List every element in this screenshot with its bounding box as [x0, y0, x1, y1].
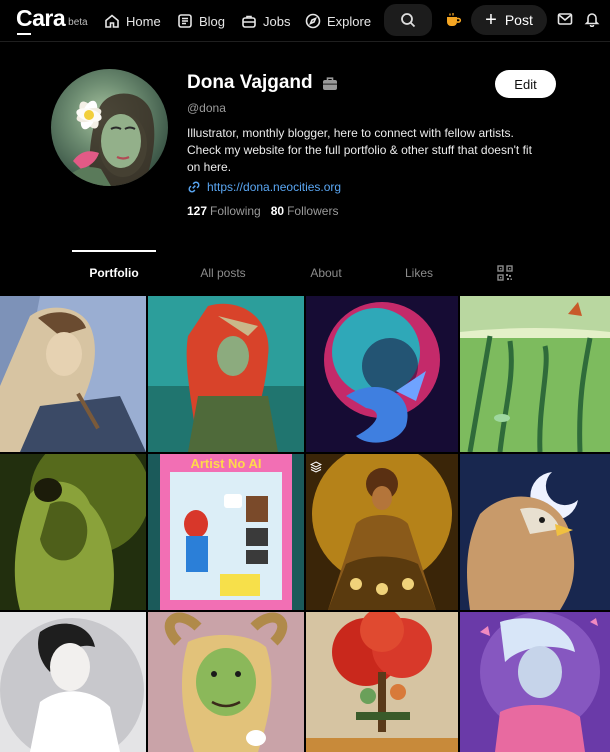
qr-code-icon[interactable] — [497, 265, 513, 281]
jobs-icon — [242, 15, 256, 28]
followers-label: Followers — [287, 204, 339, 218]
post-button[interactable]: + Post — [471, 5, 547, 35]
artwork-tile[interactable] — [148, 296, 304, 452]
profile-handle: @dona — [187, 101, 226, 115]
home-icon — [105, 14, 119, 28]
artwork-image — [460, 454, 610, 610]
followers-count: 80 — [270, 204, 285, 218]
follow-stats: 127 Following 80 Followers — [187, 204, 338, 218]
following-count: 127 — [187, 204, 208, 218]
coffee-cup-icon[interactable] — [444, 11, 462, 29]
profile-bio: Illustrator, monthly blogger, here to co… — [187, 125, 547, 176]
artwork-tile[interactable] — [460, 296, 610, 452]
artwork-tile[interactable] — [306, 454, 458, 610]
nav-blog[interactable]: Blog — [177, 11, 225, 31]
artwork-tile[interactable] — [0, 612, 146, 752]
tab-about[interactable]: About — [292, 250, 360, 296]
artwork-tile[interactable] — [306, 612, 458, 752]
nav-home-label: Home — [126, 13, 161, 29]
link-icon — [188, 181, 200, 193]
tab-likes[interactable]: Likes — [390, 250, 448, 296]
svg-text:Artist No AI: Artist No AI — [190, 456, 261, 471]
nav-jobs[interactable]: Jobs — [241, 11, 290, 31]
nav-explore[interactable]: Explore — [305, 11, 371, 31]
nav-jobs-label: Jobs — [263, 13, 291, 29]
artwork-tile[interactable] — [306, 296, 458, 452]
artwork-image — [0, 612, 146, 752]
tab-all-posts[interactable]: All posts — [185, 250, 261, 296]
bio-line: Check my website for the full portfolio … — [187, 143, 532, 174]
artwork-image — [0, 296, 146, 452]
bio-line: Illustrator, monthly blogger, here to co… — [187, 126, 514, 140]
artwork-tile[interactable] — [460, 612, 610, 752]
bell-icon — [584, 13, 600, 28]
profile-name: Dona Vajgand — [187, 72, 339, 94]
artwork-image — [148, 612, 304, 752]
post-button-label: Post — [504, 12, 533, 28]
profile-name-text: Dona Vajgand — [187, 72, 313, 93]
artwork-image — [0, 454, 146, 610]
multiple-images-icon — [310, 461, 322, 473]
following-label: Following — [210, 204, 261, 218]
website-link-text: https://dona.neocities.org — [207, 180, 342, 194]
artwork-image: Artist No AI — [148, 454, 304, 610]
avatar-portrait — [61, 93, 155, 186]
compass-icon — [305, 13, 321, 29]
notifications-button[interactable] — [584, 11, 602, 29]
logo-underline — [17, 33, 31, 35]
following-stat[interactable]: 127 Following — [187, 204, 261, 218]
beta-badge: beta — [68, 17, 88, 28]
artwork-tile[interactable] — [148, 612, 304, 752]
profile-tabs: Portfolio All posts About Likes — [0, 250, 610, 296]
artwork-image — [460, 612, 610, 752]
top-navigation: Cara beta Home Blog Jobs Explore + Post — [0, 0, 610, 42]
portfolio-grid: Artist No AI — [0, 296, 610, 752]
messages-button[interactable] — [557, 11, 575, 29]
artwork-image — [460, 296, 610, 452]
mail-icon — [557, 13, 573, 25]
cara-logo[interactable]: Cara beta — [16, 5, 88, 35]
artwork-image — [306, 296, 458, 452]
followers-stat[interactable]: 80 Followers — [271, 204, 339, 218]
artwork-image — [148, 296, 304, 452]
briefcase-badge-icon — [322, 77, 337, 90]
nav-explore-label: Explore — [327, 13, 372, 29]
tab-portfolio[interactable]: Portfolio — [72, 250, 156, 296]
artwork-image — [306, 612, 458, 752]
plus-icon: + — [485, 9, 497, 31]
profile-avatar[interactable] — [51, 69, 168, 186]
search-icon — [401, 13, 416, 28]
artwork-tile[interactable] — [460, 454, 610, 610]
nav-blog-label: Blog — [199, 13, 226, 29]
artwork-tile[interactable]: Artist No AI — [148, 454, 304, 610]
artwork-tile[interactable] — [0, 454, 146, 610]
blog-icon — [178, 14, 192, 28]
artwork-image — [306, 454, 458, 610]
logo-wordmark: Cara — [16, 5, 66, 31]
nav-home[interactable]: Home — [104, 11, 161, 31]
search-button[interactable] — [384, 4, 432, 36]
website-link[interactable]: https://dona.neocities.org — [187, 180, 341, 194]
artwork-tile[interactable] — [0, 296, 146, 452]
edit-profile-button[interactable]: Edit — [495, 70, 556, 98]
